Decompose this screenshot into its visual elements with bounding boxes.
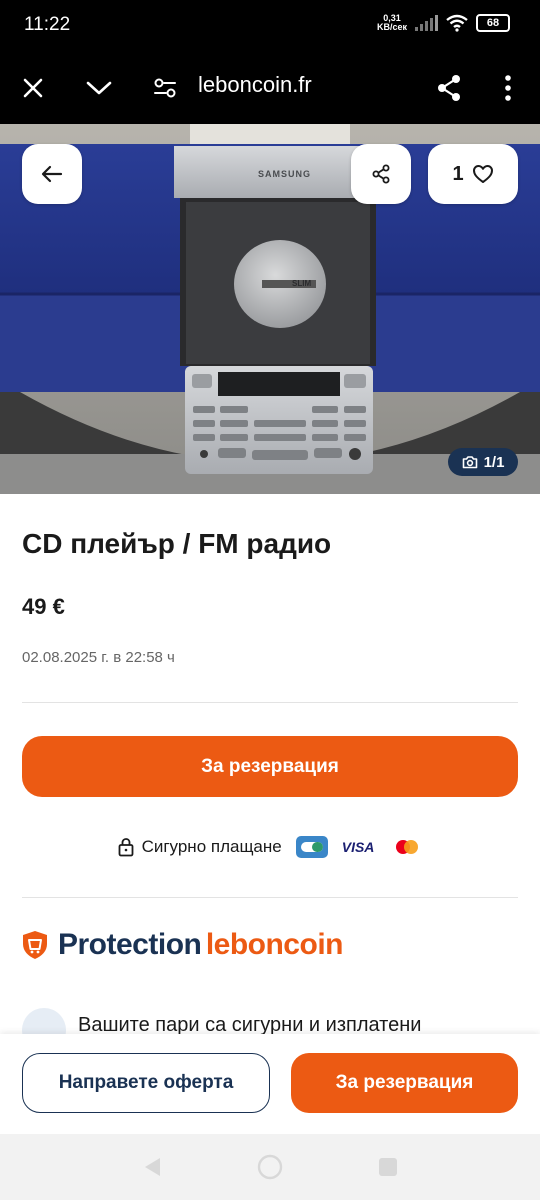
- protection-word: Protection: [58, 928, 202, 961]
- secure-payment-row: Сигурно плащане VISA: [0, 832, 540, 862]
- network-speed-unit: KB/сек: [376, 22, 407, 32]
- cb-card-icon: [295, 836, 328, 858]
- listing-title: CD плейър / FM радио: [22, 528, 332, 559]
- site-settings-icon: [154, 78, 176, 98]
- shield-icon: [23, 931, 47, 959]
- signal-icon: [415, 15, 438, 31]
- mastercard-icon: [396, 840, 419, 854]
- secure-payment-label: Сигурно плащане: [141, 837, 282, 856]
- share-icon: [372, 164, 390, 184]
- money-shield-icon: [22, 1008, 66, 1034]
- battery-level: 68: [486, 17, 500, 29]
- status-icons: 0,31 KB/сек 68: [377, 14, 510, 32]
- url-text[interactable]: leboncoin.fr: [198, 72, 312, 98]
- collapse-button[interactable]: [77, 66, 121, 110]
- divider: [22, 897, 518, 898]
- wifi-icon: [446, 14, 468, 32]
- favorite-button[interactable]: 1: [428, 144, 518, 204]
- visa-icon: VISA: [341, 839, 375, 855]
- brand-word: leboncoin: [205, 928, 344, 961]
- photo-counter-text: 1/1: [483, 453, 505, 471]
- reserve-button[interactable]: За резервация: [22, 736, 518, 797]
- chevron-down-icon: [86, 81, 112, 95]
- listing-photo[interactable]: SAMSUNG SLIM 1 1/1: [0, 124, 540, 494]
- nav-back-button[interactable]: [139, 1154, 165, 1180]
- more-vert-icon: [505, 75, 511, 101]
- heart-icon: [472, 165, 493, 183]
- lock-icon: [118, 838, 133, 857]
- site-settings-button[interactable]: [143, 66, 187, 110]
- favorites-count: 1: [452, 162, 464, 185]
- network-speed: 0,31 KB/сек: [377, 14, 407, 32]
- bottom-action-bar: Направете оферта За резервация: [0, 1034, 540, 1134]
- status-bar: 11:22 0,31 KB/сек 68: [0, 0, 540, 52]
- photo-brand-text: SAMSUNG: [258, 169, 312, 179]
- photo-counter: 1/1: [448, 448, 518, 476]
- nav-recents-icon: [379, 1158, 397, 1176]
- browser-menu-button[interactable]: [486, 66, 530, 110]
- nav-back-icon: [145, 1158, 160, 1176]
- listing-date: 02.08.2025 г. в 22:58 ч: [22, 649, 175, 666]
- nav-recents-button[interactable]: [375, 1154, 401, 1180]
- close-tab-button[interactable]: [11, 66, 55, 110]
- status-time: 11:22: [24, 14, 71, 35]
- share-icon: [438, 75, 460, 101]
- make-offer-button[interactable]: Направете оферта: [22, 1053, 270, 1113]
- photo-disc-text: SLIM: [292, 279, 312, 288]
- nav-home-button[interactable]: [257, 1154, 283, 1180]
- camera-icon: [462, 456, 477, 469]
- listing-price: 49 €: [22, 594, 65, 619]
- back-button[interactable]: [22, 144, 82, 204]
- close-icon: [23, 78, 43, 98]
- battery-indicator: 68: [476, 14, 510, 32]
- share-page-button[interactable]: [427, 66, 471, 110]
- system-nav-bar: [0, 1134, 540, 1200]
- reserve-bottom-button[interactable]: За резервация: [291, 1053, 518, 1113]
- arrow-left-icon: [41, 165, 63, 183]
- protection-banner: Protection leboncoin: [22, 928, 343, 962]
- divider: [22, 702, 518, 703]
- browser-toolbar: leboncoin.fr: [0, 52, 540, 124]
- share-listing-button[interactable]: [351, 144, 411, 204]
- protection-feature-text: Вашите пари са сигурни и изплатени: [78, 1014, 422, 1034]
- nav-home-icon: [257, 1154, 283, 1180]
- protection-feature-item: Вашите пари са сигурни и изплатени: [22, 1008, 522, 1034]
